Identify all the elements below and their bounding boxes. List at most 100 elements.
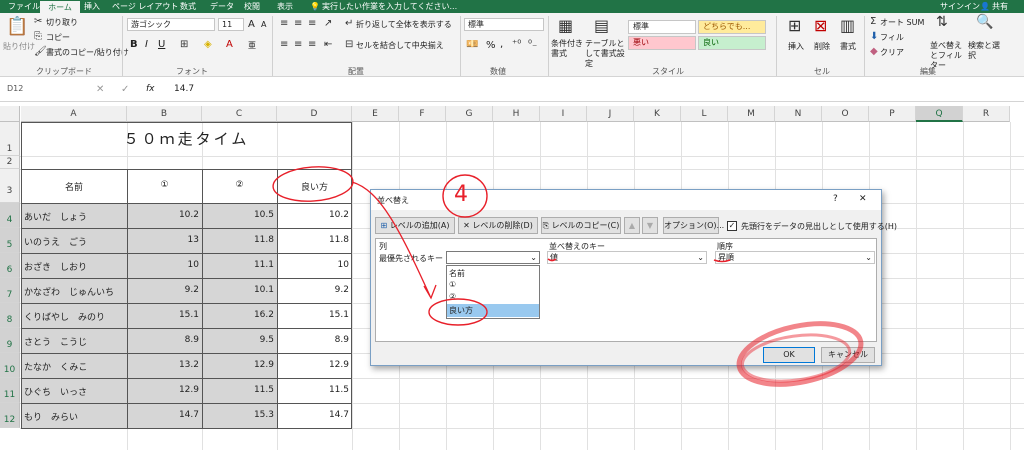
fill-button[interactable]: フィル xyxy=(880,32,904,43)
cell-trial-1[interactable]: 10.2 xyxy=(127,210,202,220)
style-normal[interactable]: 標準 xyxy=(628,20,696,34)
cell-trial-2[interactable]: 11.8 xyxy=(202,235,277,245)
font-size-select[interactable]: 11 xyxy=(218,18,244,31)
align-center-icon[interactable]: ≡ xyxy=(294,39,302,50)
cell-trial-1[interactable]: 8.9 xyxy=(127,335,202,345)
tab-review[interactable]: 校閲 xyxy=(244,0,260,13)
cell-trial-2[interactable]: 12.9 xyxy=(202,360,277,370)
phonetic-button[interactable]: 亜 xyxy=(248,40,256,51)
header-name[interactable]: 名前 xyxy=(21,180,127,193)
dropdown-option[interactable]: ② xyxy=(449,292,456,301)
wrap-text-button[interactable]: 折り返して全体を表示する xyxy=(356,19,452,30)
column-header-k[interactable]: K xyxy=(634,106,681,122)
cell-best[interactable]: 12.9 xyxy=(277,360,352,370)
column-header-r[interactable]: R xyxy=(963,106,1010,122)
format-painter-button[interactable]: 書式のコピー/貼り付け xyxy=(46,47,129,58)
comma-button[interactable]: , xyxy=(500,39,503,50)
column-select[interactable]: ⌄ xyxy=(446,251,540,264)
header-best[interactable]: 良い方 xyxy=(277,180,352,193)
order-select[interactable]: 昇順 ⌄ xyxy=(715,251,875,264)
insert-function-button[interactable]: fx xyxy=(146,84,155,94)
dropdown-option[interactable]: ① xyxy=(449,280,456,289)
align-middle-icon[interactable]: ≡ xyxy=(294,18,302,29)
align-right-icon[interactable]: ≡ xyxy=(308,39,316,50)
row-header-9[interactable]: 9 xyxy=(0,328,20,353)
enter-icon[interactable]: ✓ xyxy=(121,84,129,95)
font-name-select[interactable]: 游ゴシック xyxy=(127,18,215,31)
style-good[interactable]: 良い xyxy=(698,36,766,50)
underline-button[interactable]: U xyxy=(158,39,165,50)
tab-insert[interactable]: 挿入 xyxy=(84,0,100,13)
column-header-h[interactable]: H xyxy=(493,106,540,122)
move-up-button[interactable]: ▲ xyxy=(624,217,640,234)
cell-trial-1[interactable]: 15.1 xyxy=(127,310,202,320)
header-trial-1[interactable]: ① xyxy=(127,180,202,190)
cancel-icon[interactable]: ✕ xyxy=(96,84,104,95)
tab-data[interactable]: データ xyxy=(210,0,234,13)
cell-trial-1[interactable]: 13.2 xyxy=(127,360,202,370)
cell-trial-1[interactable]: 9.2 xyxy=(127,285,202,295)
help-button[interactable]: ? xyxy=(833,194,838,204)
row-header-11[interactable]: 11 xyxy=(0,378,20,403)
cell-trial-2[interactable]: 10.5 xyxy=(202,210,277,220)
cell-trial-1[interactable]: 10 xyxy=(127,260,202,270)
cell-best[interactable]: 11.5 xyxy=(277,385,352,395)
decrease-decimal-icon[interactable]: ⁰₋ xyxy=(528,39,537,50)
number-format-select[interactable]: 標準 xyxy=(464,18,544,31)
delete-cells-button[interactable]: 削除 xyxy=(814,41,830,52)
column-header-a[interactable]: A xyxy=(21,106,127,122)
cell-name[interactable]: もり みらい xyxy=(24,410,124,423)
formula-input[interactable]: 14.7 xyxy=(174,84,194,94)
column-header-m[interactable]: M xyxy=(728,106,775,122)
row-header-12[interactable]: 12 xyxy=(0,403,20,428)
header-checkbox[interactable]: ✓ xyxy=(727,221,737,231)
cell-trial-1[interactable]: 14.7 xyxy=(127,410,202,420)
find-select-button[interactable]: 検索と選択 xyxy=(968,41,1004,61)
cell-best[interactable]: 14.7 xyxy=(277,410,352,420)
add-level-button[interactable]: ⊞ レベルの追加(A) xyxy=(375,217,455,234)
cell-name[interactable]: いのうえ ごう xyxy=(24,235,124,248)
tab-page-layout[interactable]: ページ レイアウト xyxy=(112,0,178,13)
row-header-4[interactable]: 4 xyxy=(0,203,20,228)
cell-trial-1[interactable]: 12.9 xyxy=(127,385,202,395)
row-header-5[interactable]: 5 xyxy=(0,228,20,253)
name-box[interactable]: D12 xyxy=(4,83,70,97)
column-header-p[interactable]: P xyxy=(869,106,916,122)
row-header-10[interactable]: 10 xyxy=(0,353,20,378)
format-cells-button[interactable]: 書式 xyxy=(840,41,856,52)
signin-link[interactable]: サインイン xyxy=(940,0,980,13)
dropdown-option-selected[interactable]: 良い方 xyxy=(447,304,539,317)
cell-trial-2[interactable]: 9.5 xyxy=(202,335,277,345)
cell-trial-2[interactable]: 11.1 xyxy=(202,260,277,270)
cancel-button[interactable]: キャンセル xyxy=(821,347,875,363)
ok-button[interactable]: OK xyxy=(763,347,815,363)
column-header-q[interactable]: Q xyxy=(916,106,963,122)
conditional-format-icon[interactable]: ▦ xyxy=(558,17,573,35)
column-header-j[interactable]: J xyxy=(587,106,634,122)
column-header-i[interactable]: I xyxy=(540,106,587,122)
column-header-b[interactable]: B xyxy=(127,106,202,122)
cell-name[interactable]: さとう こうじ xyxy=(24,335,124,348)
cut-button[interactable]: 切り取り xyxy=(46,17,78,28)
options-button[interactable]: オプション(O)... xyxy=(663,217,724,234)
column-header-f[interactable]: F xyxy=(399,106,446,122)
cell-name[interactable]: くりばやし みのり xyxy=(24,310,126,323)
select-all-corner[interactable] xyxy=(0,106,20,122)
tab-file[interactable]: ファイル xyxy=(8,0,40,13)
italic-button[interactable]: I xyxy=(145,39,148,50)
copy-level-button[interactable]: ⎘ レベルのコピー(C) xyxy=(541,217,621,234)
header-trial-2[interactable]: ② xyxy=(202,180,277,190)
format-cells-icon[interactable]: ▥ xyxy=(840,17,855,35)
column-header-o[interactable]: O xyxy=(822,106,869,122)
grow-font-button[interactable]: A xyxy=(248,19,255,30)
column-header-n[interactable]: N xyxy=(775,106,822,122)
autosum-button[interactable]: オート SUM xyxy=(880,17,924,28)
align-left-icon[interactable]: ≡ xyxy=(280,39,288,50)
tab-view[interactable]: 表示 xyxy=(277,0,293,13)
column-header-g[interactable]: G xyxy=(446,106,493,122)
paste-button[interactable]: 貼り付け xyxy=(3,41,35,52)
copy-button[interactable]: コピー xyxy=(46,32,70,43)
percent-button[interactable]: % xyxy=(486,40,496,51)
bold-button[interactable]: B xyxy=(130,39,138,50)
sort-filter-icon[interactable]: ⇅ xyxy=(936,15,948,29)
